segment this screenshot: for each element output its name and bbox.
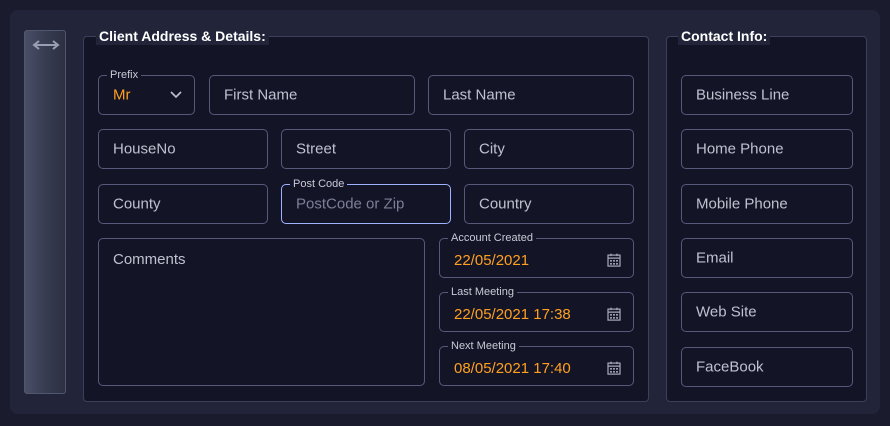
home-phone-placeholder: Home Phone — [696, 140, 784, 158]
business-line-field[interactable]: Business Line — [681, 75, 853, 115]
country-placeholder: Country — [479, 195, 532, 213]
post-code-field[interactable]: Post Code PostCode or Zip — [281, 178, 451, 224]
street-field[interactable]: Street — [281, 129, 451, 169]
comments-textarea[interactable]: Comments — [98, 238, 425, 386]
account-created-value: 22/05/2021 — [454, 252, 530, 270]
comments-placeholder: Comments — [113, 251, 186, 268]
last-meeting-datepicker[interactable]: Last Meeting 22/05/2021 17:38 — [439, 286, 634, 332]
city-field[interactable]: City — [464, 129, 634, 169]
splitter-handle[interactable] — [24, 30, 66, 394]
email-field[interactable]: Email — [681, 238, 853, 278]
next-meeting-label: Next Meeting — [448, 340, 519, 352]
account-created-label: Account Created — [448, 232, 536, 244]
calendar-icon[interactable] — [607, 361, 621, 375]
facebook-placeholder: FaceBook — [696, 358, 764, 376]
resize-horizontal-icon — [32, 40, 60, 50]
street-placeholder: Street — [296, 140, 337, 158]
calendar-icon[interactable] — [607, 253, 621, 267]
prefix-label: Prefix — [107, 69, 142, 81]
first-name-field[interactable]: First Name — [209, 75, 415, 115]
city-placeholder: City — [479, 140, 505, 158]
post-code-placeholder: PostCode or Zip — [296, 195, 405, 213]
email-placeholder: Email — [696, 249, 734, 267]
home-phone-field[interactable]: Home Phone — [681, 129, 853, 169]
first-name-placeholder: First Name — [224, 86, 298, 104]
prefix-select[interactable]: Prefix Mr — [98, 69, 195, 115]
web-site-field[interactable]: Web Site — [681, 292, 853, 332]
client-details-legend: Client Address & Details: — [96, 27, 269, 45]
last-meeting-value: 22/05/2021 17:38 — [454, 306, 571, 324]
mobile-phone-placeholder: Mobile Phone — [696, 195, 788, 213]
last-name-field[interactable]: Last Name — [428, 75, 634, 115]
chevron-down-icon — [170, 91, 182, 99]
county-field[interactable]: County — [98, 184, 268, 224]
last-name-placeholder: Last Name — [443, 86, 516, 104]
mobile-phone-field[interactable]: Mobile Phone — [681, 184, 853, 224]
business-line-placeholder: Business Line — [696, 86, 790, 104]
last-meeting-label: Last Meeting — [448, 286, 517, 298]
next-meeting-datepicker[interactable]: Next Meeting 08/05/2021 17:40 — [439, 340, 634, 386]
prefix-value: Mr — [113, 86, 131, 104]
county-placeholder: County — [113, 195, 161, 213]
next-meeting-value: 08/05/2021 17:40 — [454, 360, 571, 378]
web-site-placeholder: Web Site — [696, 303, 757, 321]
house-no-field[interactable]: HouseNo — [98, 129, 268, 169]
contact-info-legend: Contact Info: — [678, 27, 771, 45]
country-field[interactable]: Country — [464, 184, 634, 224]
house-no-placeholder: HouseNo — [113, 140, 176, 158]
facebook-field[interactable]: FaceBook — [681, 347, 853, 387]
post-code-label: Post Code — [290, 178, 348, 190]
account-created-datepicker[interactable]: Account Created 22/05/2021 — [439, 232, 634, 278]
calendar-icon[interactable] — [607, 307, 621, 321]
